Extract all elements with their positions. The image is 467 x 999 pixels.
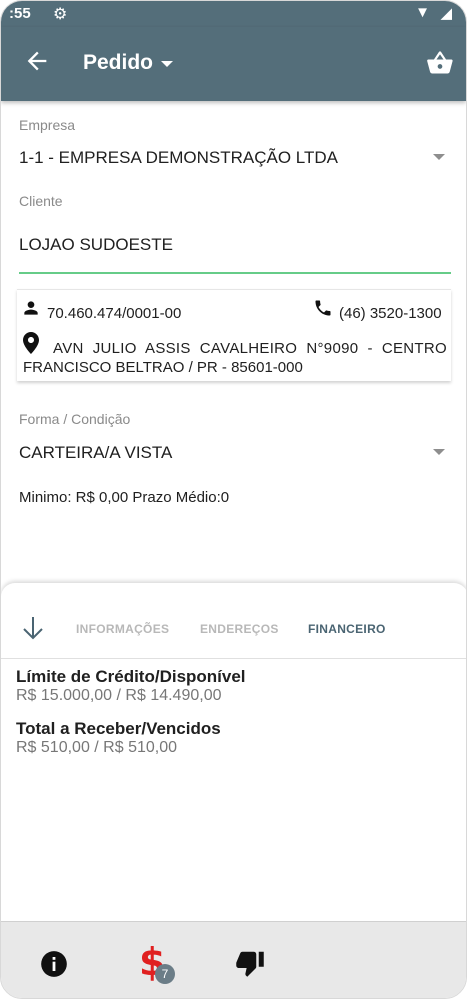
thumbs-down-icon[interactable] <box>234 948 266 978</box>
info-icon[interactable] <box>40 950 68 978</box>
tab-informacoes[interactable]: INFORMAÇÕES <box>76 622 169 636</box>
tab-bar: INFORMAÇÕES ENDEREÇOS FINANCEIRO <box>1 583 466 659</box>
app-bar: Pedido <box>1 27 466 101</box>
signal-icon: ◢ <box>440 5 452 22</box>
forma-select[interactable]: CARTEIRA/A VISTA <box>19 443 172 463</box>
status-time: :55 <box>9 5 31 22</box>
tab-financeiro[interactable]: FINANCEIRO <box>308 622 386 636</box>
empresa-label: Empresa <box>19 117 76 133</box>
person-icon <box>24 301 38 315</box>
phone-icon[interactable] <box>313 298 333 318</box>
client-address-line1: AVN JULIO ASSIS CAVALHEIRO N°9090 - CENT… <box>53 340 447 357</box>
wifi-icon: ▼ <box>415 4 430 21</box>
forma-label: Forma / Condição <box>19 411 131 427</box>
client-document: 70.460.474/0001-00 <box>47 305 182 322</box>
receivable-label: Total a Receber/Vencidos <box>16 719 221 738</box>
dropdown-caret-icon[interactable] <box>161 61 173 67</box>
empresa-select[interactable]: 1-1 - EMPRESA DEMONSTRAÇÃO LTDA <box>19 148 338 168</box>
location-pin-icon <box>23 332 39 354</box>
status-bar: :55 ⚙ ▼ ◢ <box>1 1 466 27</box>
settings-icon: ⚙ <box>53 6 68 23</box>
client-info-card: 70.460.474/0001-00 (46) 3520-1300 AVN JU… <box>17 289 451 381</box>
page-title[interactable]: Pedido <box>83 51 153 75</box>
bottom-nav: $ 7 <box>1 921 466 998</box>
arrow-down-icon[interactable] <box>21 615 45 641</box>
basket-icon[interactable] <box>425 49 455 77</box>
receivable-value: R$ 510,00 / R$ 510,00 <box>16 739 178 756</box>
tab-enderecos[interactable]: ENDEREÇOS <box>200 622 279 636</box>
cliente-label: Cliente <box>19 193 63 209</box>
forma-dropdown-icon[interactable] <box>433 449 445 455</box>
cliente-input-underline <box>19 272 451 274</box>
back-arrow-icon[interactable] <box>23 47 51 75</box>
details-panel: INFORMAÇÕES ENDEREÇOS FINANCEIRO Límite … <box>1 583 466 923</box>
credit-limit-label: Límite de Crédito/Disponível <box>16 667 246 686</box>
cliente-input[interactable]: LOJAO SUDOESTE <box>19 235 173 255</box>
minimo-prazo-text: Minimo: R$ 0,00 Prazo Médio:0 <box>19 489 230 506</box>
financial-badge: 7 <box>155 964 175 984</box>
empresa-dropdown-icon[interactable] <box>433 154 445 160</box>
phone-screen: :55 ⚙ ▼ ◢ Pedido Empresa 1-1 - EMPRESA D… <box>0 0 467 999</box>
credit-limit-value: R$ 15.000,00 / R$ 14.490,00 <box>16 687 222 704</box>
client-phone[interactable]: (46) 3520-1300 <box>339 305 442 322</box>
client-address-line2: FRANCISCO BELTRAO / PR - 85601-000 <box>23 359 303 376</box>
